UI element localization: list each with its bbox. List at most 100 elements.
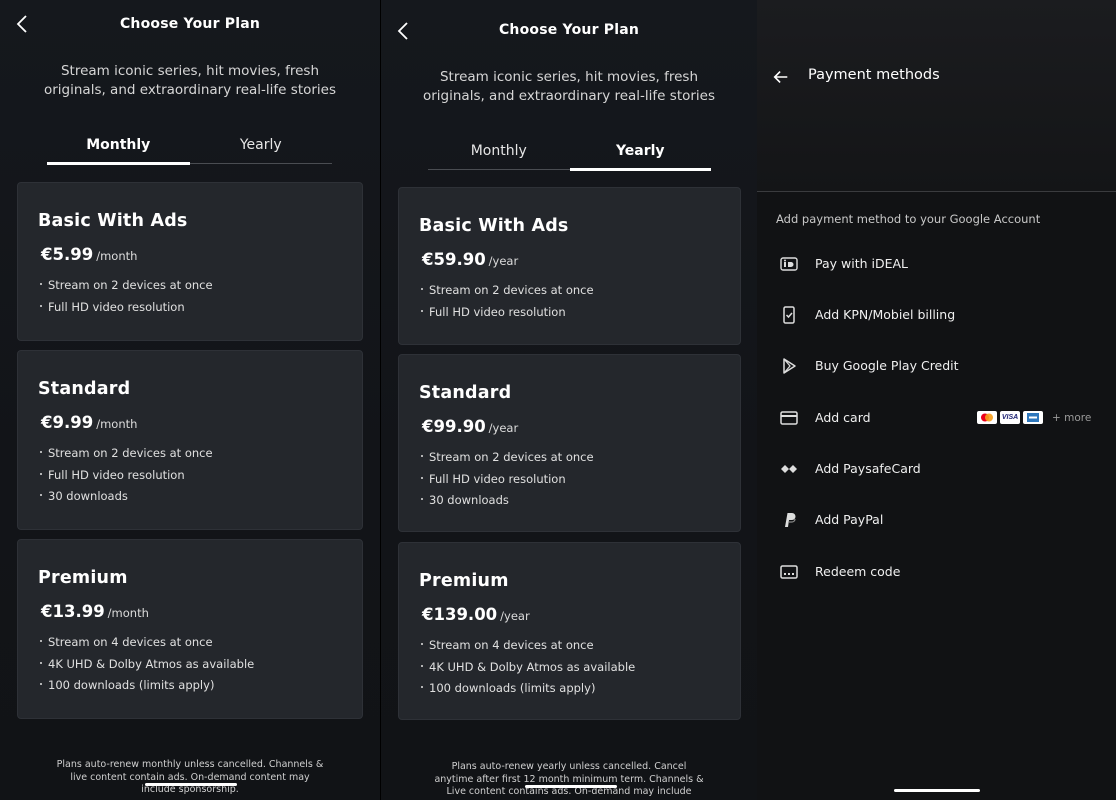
- plan-price: €9.99/month: [41, 413, 137, 432]
- app-bar: Payment methods: [757, 0, 1116, 192]
- payment-option-redeem-code[interactable]: Redeem code: [757, 552, 1116, 592]
- option-label: Add card: [815, 410, 871, 425]
- page-title: Payment methods: [808, 67, 940, 83]
- tab-yearly[interactable]: Yearly: [190, 130, 333, 163]
- price-unit: /month: [96, 249, 138, 263]
- feature-item: 30 downloads: [421, 490, 594, 512]
- feature-list: Stream on 4 devices at once 4K UHD & Dol…: [40, 632, 254, 697]
- ideal-icon: [779, 254, 799, 274]
- subtitle-line: Stream iconic series, hit movies, fresh: [60, 63, 320, 79]
- feature-list: Stream on 4 devices at once 4K UHD & Dol…: [421, 635, 635, 700]
- price-amount: €139.00: [422, 605, 498, 624]
- billing-period-tabs: Monthly Yearly: [428, 136, 712, 171]
- plan-price: €99.90/year: [422, 417, 518, 436]
- plan-card-premium[interactable]: Premium €13.99/month Stream on 4 devices…: [17, 539, 363, 719]
- home-indicator[interactable]: [145, 783, 237, 786]
- credit-card-icon: [779, 408, 799, 428]
- fineprint-line: Plans auto-renew monthly unless cancelle…: [56, 759, 324, 770]
- plan-price: €5.99/month: [41, 245, 137, 264]
- feature-item: 4K UHD & Dolby Atmos as available: [421, 657, 635, 679]
- paypal-icon: [779, 510, 799, 530]
- payment-option-card[interactable]: Add card VISA + more: [757, 398, 1116, 438]
- feature-item: Stream on 4 devices at once: [421, 635, 635, 657]
- tab-monthly[interactable]: Monthly: [428, 136, 570, 169]
- subtitle-line: originals, and extraordinary real-life s…: [422, 88, 716, 104]
- home-indicator[interactable]: [525, 785, 617, 788]
- plan-card-standard[interactable]: Standard €9.99/month Stream on 2 devices…: [17, 350, 363, 530]
- plan-name: Premium: [38, 568, 128, 588]
- page-title: Choose Your Plan: [119, 16, 261, 32]
- home-indicator[interactable]: [894, 789, 980, 792]
- option-label: Add PaysafeCard: [815, 461, 921, 476]
- billing-period-tabs: Monthly Yearly: [47, 130, 333, 165]
- price-amount: €9.99: [41, 413, 94, 432]
- feature-item: Stream on 2 devices at once: [40, 443, 213, 465]
- feature-item: Stream on 2 devices at once: [421, 447, 594, 469]
- option-label: Buy Google Play Credit: [815, 358, 959, 373]
- feature-list: Stream on 2 devices at once Full HD vide…: [40, 275, 213, 318]
- plan-price: €139.00/year: [422, 605, 530, 624]
- payment-option-kpn-billing[interactable]: Add KPN/Mobiel billing: [757, 295, 1116, 335]
- feature-item: Stream on 2 devices at once: [421, 280, 594, 302]
- feature-item: Full HD video resolution: [421, 469, 594, 491]
- plan-price: €59.90/year: [422, 250, 518, 269]
- option-label: Pay with iDEAL: [815, 256, 909, 271]
- feature-item: 4K UHD & Dolby Atmos as available: [40, 654, 254, 676]
- plan-name: Basic With Ads: [419, 216, 569, 236]
- feature-list: Stream on 2 devices at once Full HD vide…: [421, 447, 594, 512]
- payment-option-ideal[interactable]: Pay with iDEAL: [757, 244, 1116, 284]
- plan-card-basic-with-ads[interactable]: Basic With Ads €5.99/month Stream on 2 d…: [17, 182, 363, 341]
- option-label: Add PayPal: [815, 512, 884, 527]
- payment-methods-screen: Payment methods Add payment method to yo…: [757, 0, 1116, 800]
- option-label: Redeem code: [815, 564, 901, 579]
- feature-item: Full HD video resolution: [40, 297, 213, 319]
- plan-screen-yearly: Choose Your Plan Stream iconic series, h…: [380, 0, 757, 800]
- price-unit: /month: [107, 606, 149, 620]
- visa-logo-text: VISA: [1001, 414, 1019, 421]
- mastercard-icon: [977, 411, 997, 424]
- payment-option-paysafecard[interactable]: Add PaysafeCard: [757, 449, 1116, 489]
- price-unit: /year: [488, 254, 519, 268]
- subtitle: Stream iconic series, hit movies, fresh …: [421, 68, 717, 106]
- feature-item: Stream on 4 devices at once: [40, 632, 254, 654]
- amex-icon: [1023, 411, 1043, 424]
- plan-card-standard[interactable]: Standard €99.90/year Stream on 2 devices…: [398, 354, 741, 532]
- renewal-fineprint: Plans auto-renew monthly unless cancelle…: [50, 759, 330, 797]
- price-unit: /year: [500, 609, 530, 623]
- back-button[interactable]: [769, 65, 793, 89]
- feature-item: 100 downloads (limits apply): [40, 675, 254, 697]
- feature-list: Stream on 2 devices at once Full HD vide…: [40, 443, 213, 508]
- accepted-card-logos: VISA + more: [977, 411, 1091, 424]
- subtitle-line: originals, and extraordinary real-life s…: [43, 82, 337, 98]
- plan-price: €13.99/month: [41, 602, 149, 621]
- plan-card-premium[interactable]: Premium €139.00/year Stream on 4 devices…: [398, 542, 741, 720]
- plan-name: Standard: [38, 379, 131, 399]
- plan-card-basic-with-ads[interactable]: Basic With Ads €59.90/year Stream on 2 d…: [398, 187, 741, 345]
- price-amount: €5.99: [41, 245, 94, 264]
- redeem-code-icon: [779, 562, 799, 582]
- subtitle-line: Stream iconic series, hit movies, fresh: [439, 69, 699, 85]
- price-amount: €13.99: [41, 602, 105, 621]
- paysafecard-icon: [779, 459, 799, 479]
- feature-item: Stream on 2 devices at once: [40, 275, 213, 297]
- plan-name: Standard: [419, 383, 512, 403]
- tab-monthly[interactable]: Monthly: [47, 130, 190, 165]
- plan-name: Basic With Ads: [38, 211, 188, 231]
- section-label: Add payment method to your Google Accoun…: [776, 212, 1041, 226]
- page-title: Choose Your Plan: [498, 22, 640, 38]
- price-unit: /year: [488, 421, 519, 435]
- more-cards-label: + more: [1052, 411, 1092, 424]
- fineprint-line: Plans auto-renew yearly unless cancelled…: [451, 761, 687, 772]
- option-label: Add KPN/Mobiel billing: [815, 307, 956, 322]
- google-play-icon: [779, 356, 799, 376]
- feature-item: 30 downloads: [40, 486, 213, 508]
- visa-icon: VISA: [1000, 411, 1020, 424]
- payment-option-paypal[interactable]: Add PayPal: [757, 500, 1116, 540]
- payment-option-google-play-credit[interactable]: Buy Google Play Credit: [757, 346, 1116, 386]
- renewal-fineprint: Plans auto-renew yearly unless cancelled…: [421, 761, 717, 799]
- plan-name: Premium: [419, 571, 509, 591]
- feature-item: 100 downloads (limits apply): [421, 678, 635, 700]
- tab-yearly[interactable]: Yearly: [569, 136, 712, 171]
- price-amount: €59.90: [422, 250, 486, 269]
- subtitle: Stream iconic series, hit movies, fresh …: [40, 62, 340, 100]
